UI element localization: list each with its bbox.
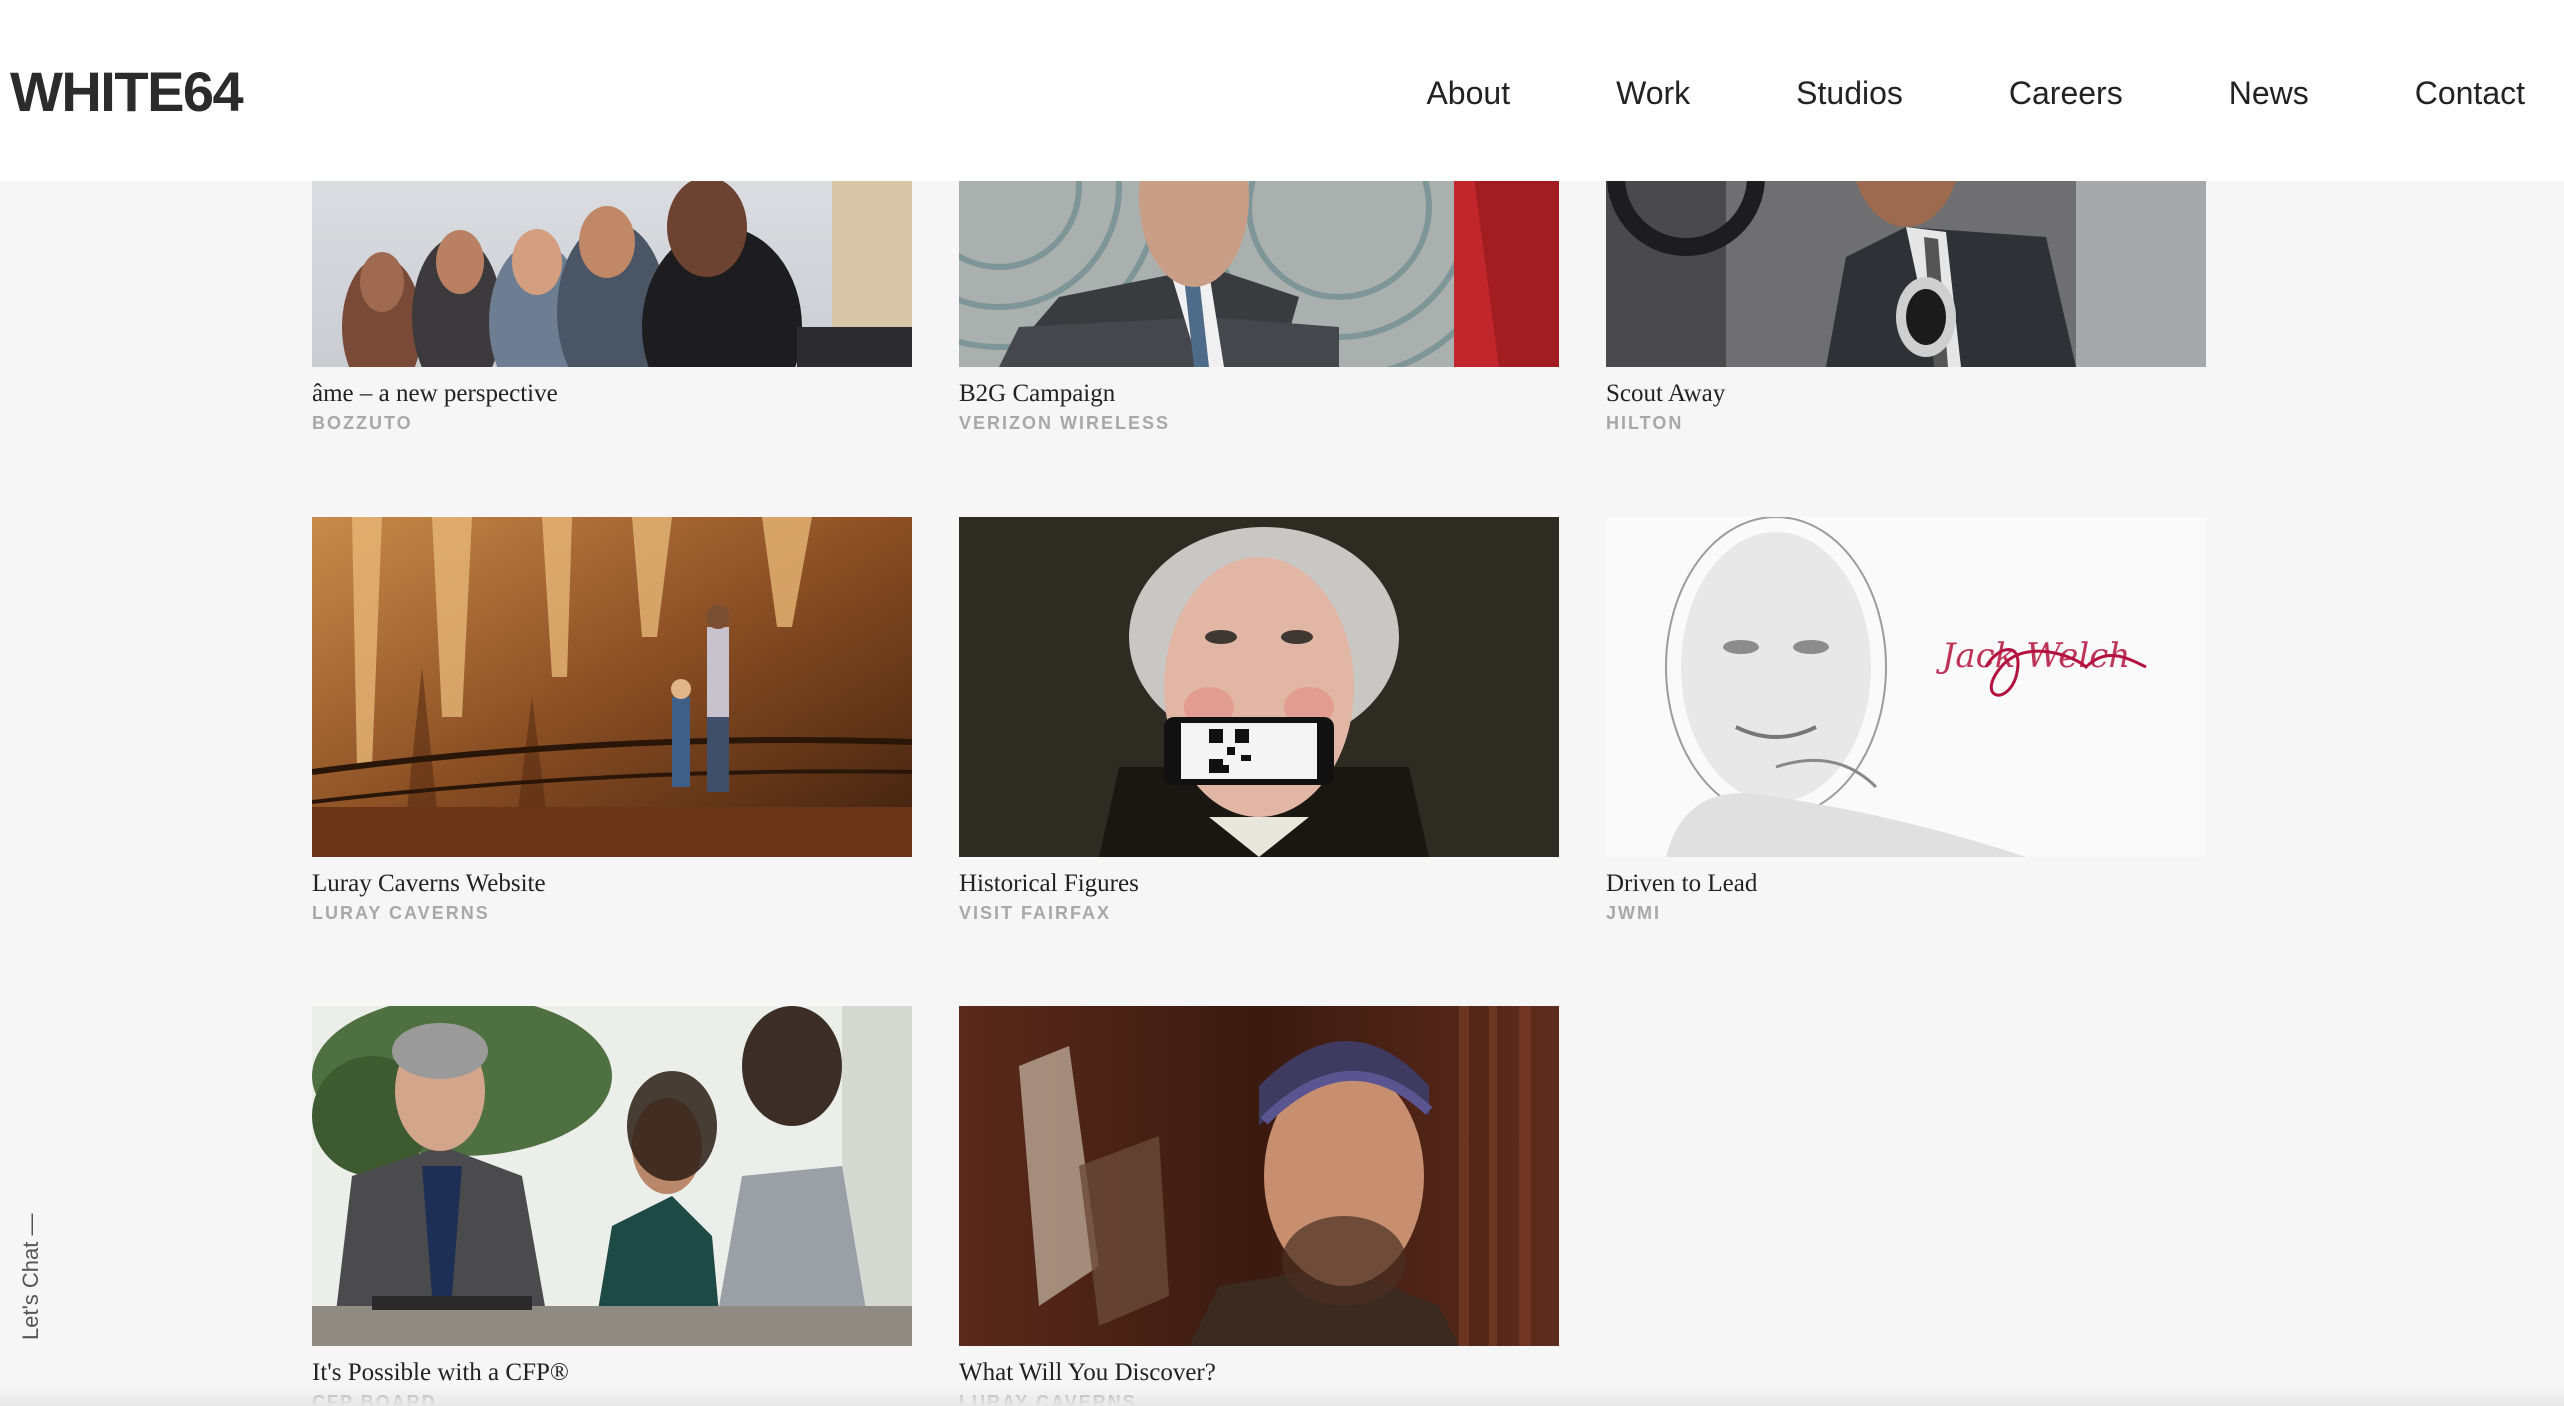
page: âme – a new perspective BOZZUTO B2G Camp… (0, 0, 2564, 1406)
project-client: JWMI (1606, 903, 1661, 923)
project-title[interactable]: Driven to Lead (1606, 869, 2206, 899)
project-client: CFP BOARD (312, 1392, 437, 1406)
signature-text: Jack Welch (1936, 636, 2130, 676)
caver-image (959, 1006, 1559, 1346)
project-title[interactable]: B2G Campaign (959, 379, 1559, 409)
project-title[interactable]: Scout Away (1606, 379, 2206, 409)
project-client: HILTON (1606, 413, 1684, 433)
jack-welch-sketch-image: Jack Welch (1606, 517, 2206, 857)
project-title[interactable]: âme – a new perspective (312, 379, 912, 409)
nav-studios[interactable]: Studios (1796, 68, 1903, 118)
project-title[interactable]: It's Possible with a CFP® (312, 1358, 912, 1388)
project-title[interactable]: Luray Caverns Website (312, 869, 912, 899)
project-client: VISIT FAIRFAX (959, 903, 1112, 923)
nav-careers[interactable]: Careers (2009, 68, 2123, 118)
project-client: LURAY CAVERNS (312, 903, 490, 923)
project-client: LURAY CAVERNS (959, 1392, 1137, 1406)
project-client: BOZZUTO (312, 413, 413, 433)
nav-about[interactable]: About (1426, 68, 1510, 118)
meeting-image (312, 1006, 912, 1346)
main-nav: About Work Studios Careers News Contact (1426, 68, 2525, 118)
washington-portrait-image (959, 517, 1559, 857)
project-client: VERIZON WIRELESS (959, 413, 1171, 433)
project-thumbnail-cfp[interactable] (312, 1006, 912, 1346)
project-thumbnail-what-will-you-discover[interactable] (959, 1006, 1559, 1346)
work-grid: âme – a new perspective BOZZUTO B2G Camp… (0, 0, 2564, 1406)
lets-chat-link[interactable]: Let's Chat — (16, 1214, 46, 1340)
project-title[interactable]: What Will You Discover? (959, 1358, 1559, 1388)
nav-contact[interactable]: Contact (2415, 68, 2525, 118)
project-thumbnail-driven-to-lead[interactable]: Jack Welch (1606, 517, 2206, 857)
project-thumbnail-luray-website[interactable] (312, 517, 912, 857)
site-header: WHITE64 About Work Studios Careers News … (0, 0, 2564, 181)
project-title[interactable]: Historical Figures (959, 869, 1559, 899)
site-logo[interactable]: WHITE64 (10, 60, 244, 124)
nav-work[interactable]: Work (1616, 68, 1690, 118)
cavern-image (312, 517, 912, 857)
nav-news[interactable]: News (2229, 68, 2309, 118)
project-thumbnail-historical-figures[interactable] (959, 517, 1559, 857)
